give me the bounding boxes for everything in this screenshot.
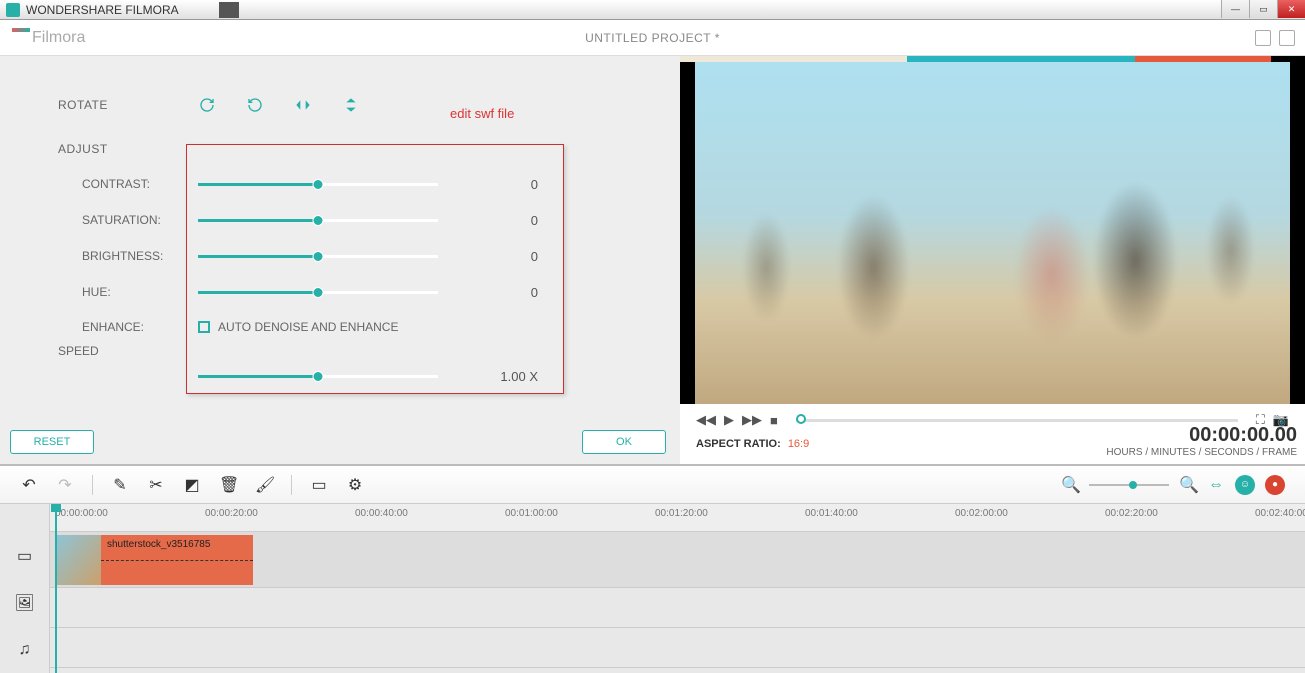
fit-icon[interactable]: ⇔ (1207, 476, 1225, 494)
aspect-ratio-value: 16:9 (788, 438, 809, 450)
brightness-value: 0 (458, 249, 538, 264)
image-track[interactable] (50, 588, 1305, 628)
timeline-ruler[interactable]: 00:00:00:00 00:00:20:00 00:00:40:00 00:0… (50, 504, 1305, 532)
project-title: UNTITLED PROJECT * (585, 31, 720, 45)
hue-value: 0 (458, 285, 538, 300)
edit-icon[interactable]: ✎ (111, 475, 129, 495)
hue-label: HUE: (58, 285, 168, 299)
timecode-label: HOURS / MINUTES / SECONDS / FRAME (1106, 447, 1297, 458)
timeline-toolbar: ↶ ↷ ✎ ✂ ◩ 🗑 🖌 ▭ ⚙ 🔍 🔍 ⇔ ☺ ● (0, 464, 1305, 504)
playhead[interactable] (55, 504, 57, 673)
help-icon[interactable]: ☺ (1235, 475, 1255, 495)
zoom-out-icon[interactable]: 🔍 (1061, 475, 1079, 495)
speed-label: SPEED (58, 344, 99, 358)
ruler-tick: 00:02:20:00 (1105, 508, 1158, 519)
video-preview[interactable] (680, 62, 1305, 404)
rewind-icon[interactable]: ◀◀ (696, 412, 716, 428)
app-icon (6, 3, 20, 17)
ok-button[interactable]: OK (582, 430, 666, 454)
save-icon[interactable] (1255, 30, 1271, 46)
contrast-slider[interactable] (198, 183, 438, 186)
saturation-slider[interactable] (198, 219, 438, 222)
brightness-label: BRIGHTNESS: (58, 249, 168, 263)
auto-denoise-checkbox[interactable] (198, 321, 210, 333)
image-track-icon[interactable]: 🖼 (0, 579, 49, 626)
saturation-label: SATURATION: (58, 213, 168, 227)
ruler-tick: 00:02:40:00 (1255, 508, 1305, 519)
record-icon[interactable]: ▭ (310, 475, 328, 495)
brush-icon[interactable]: 🖌 (255, 475, 273, 495)
zoom-in-icon[interactable]: 🔍 (1179, 475, 1197, 495)
close-button[interactable]: ✕ (1277, 0, 1305, 18)
hue-slider[interactable] (198, 291, 438, 294)
audio-track-icon[interactable]: ♫ (0, 626, 49, 673)
speed-row: 1.00 X (58, 358, 650, 394)
minimize-button[interactable]: — (1221, 0, 1249, 18)
contrast-value: 0 (458, 177, 538, 192)
rotate-label: ROTATE (58, 98, 198, 112)
delete-icon[interactable]: 🗑 (219, 475, 237, 495)
clip-name: shutterstock_v3516785 (101, 535, 216, 554)
ruler-tick: 00:01:40:00 (805, 508, 858, 519)
video-track-icon[interactable]: ▭ (0, 532, 49, 579)
ruler-tick: 00:01:20:00 (655, 508, 708, 519)
app-header: Filmora UNTITLED PROJECT * (0, 20, 1305, 56)
enhance-label: ENHANCE: (58, 320, 168, 334)
reset-button[interactable]: RESET (10, 430, 94, 454)
adjust-label: ADJUST (58, 142, 650, 156)
record-badge-icon[interactable]: ● (1265, 475, 1285, 495)
stop-icon[interactable]: ■ (770, 413, 778, 428)
timeline: ▭ 🖼 ♫ 00:00:00:00 00:00:20:00 00:00:40:0… (0, 504, 1305, 673)
rotate-ccw-icon[interactable] (246, 96, 264, 114)
speed-value: 1.00 X (458, 369, 538, 384)
logo: Filmora (12, 28, 85, 47)
contrast-row: CONTRAST: 0 (58, 166, 650, 202)
speed-slider[interactable] (198, 375, 438, 378)
ruler-tick: 00:00:00:00 (55, 508, 108, 519)
contrast-label: CONTRAST: (58, 177, 168, 191)
timeline-clip[interactable]: shutterstock_v3516785 (55, 535, 253, 585)
settings-icon[interactable]: ⚙ (346, 475, 364, 495)
rotate-cw-icon[interactable] (198, 96, 216, 114)
clip-thumbnail (55, 535, 101, 585)
brightness-slider[interactable] (198, 255, 438, 258)
timecode-value: 00:00:00.00 (1106, 424, 1297, 447)
maximize-button[interactable]: ▭ (1249, 0, 1277, 18)
flip-vertical-icon[interactable] (342, 96, 360, 114)
ruler-tick: 00:00:20:00 (205, 508, 258, 519)
playback-scrubber[interactable] (796, 419, 1238, 422)
saturation-row: SATURATION: 0 (58, 202, 650, 238)
saturation-value: 0 (458, 213, 538, 228)
edit-panel: ROTATE edit swf file ADJUST CONTRAST: 0 (0, 56, 680, 464)
audio-track[interactable] (50, 628, 1305, 668)
window-titlebar: WONDERSHARE FILMORA — ▭ ✕ (0, 0, 1305, 20)
cut-icon[interactable]: ✂ (147, 475, 165, 495)
aspect-ratio-label: ASPECT RATIO: (696, 438, 781, 450)
forward-icon[interactable]: ▶▶ (742, 412, 762, 428)
app-title: WONDERSHARE FILMORA (26, 3, 179, 17)
flip-horizontal-icon[interactable] (294, 96, 312, 114)
crop-icon[interactable]: ◩ (183, 475, 201, 495)
undo-icon[interactable]: ↶ (20, 475, 38, 495)
ruler-tick: 00:00:40:00 (355, 508, 408, 519)
menu-icon[interactable] (1279, 30, 1295, 46)
preview-panel: ◀◀ ▶ ▶▶ ■ ⛶ 📷 ASPECT RATIO: 16:9 00:00:0… (680, 56, 1305, 464)
brightness-row: BRIGHTNESS: 0 (58, 238, 650, 274)
background-tab[interactable] (219, 2, 239, 18)
hue-row: HUE: 0 (58, 274, 650, 310)
zoom-slider[interactable] (1089, 484, 1169, 486)
ruler-tick: 00:01:00:00 (505, 508, 558, 519)
play-icon[interactable]: ▶ (724, 412, 734, 428)
ruler-tick: 00:02:00:00 (955, 508, 1008, 519)
annotation-text: edit swf file (450, 106, 514, 121)
redo-icon[interactable]: ↷ (56, 475, 74, 495)
video-track[interactable]: shutterstock_v3516785 (50, 532, 1305, 588)
auto-denoise-label: AUTO DENOISE AND ENHANCE (218, 320, 398, 334)
